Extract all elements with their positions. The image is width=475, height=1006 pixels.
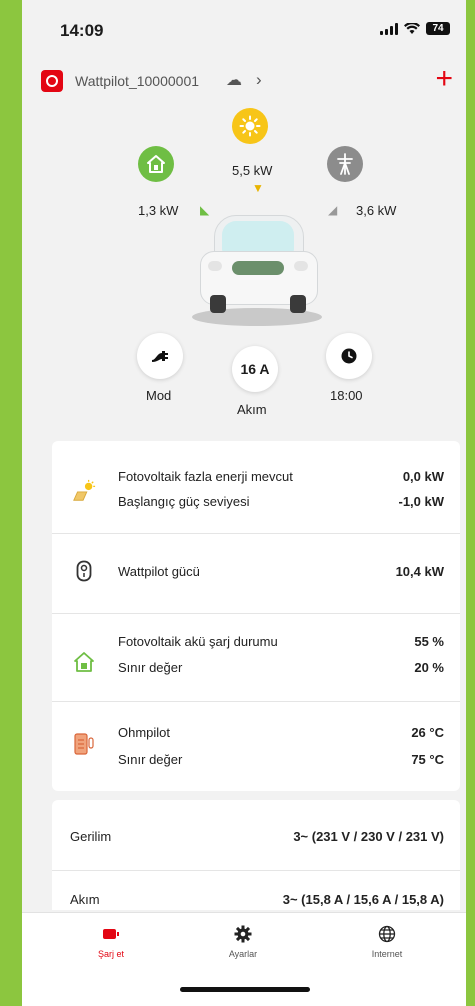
gear-icon	[234, 925, 252, 943]
divider	[52, 701, 460, 702]
battery-limit-value: 20 %	[414, 660, 444, 675]
battery-soc-label: Fotovoltaik akü şarj durumu	[118, 634, 278, 649]
grid-power-value: 3,6 kW	[356, 203, 397, 218]
start-power-value: -1,0 kW	[398, 494, 444, 509]
battery-limit-label: Sınır değer	[118, 660, 183, 675]
tab-internet-label: Internet	[371, 949, 403, 959]
grid-node-icon	[327, 146, 363, 182]
current-button[interactable]: 16 A	[232, 346, 278, 392]
wifi-icon	[404, 22, 420, 34]
battery-charge-icon	[103, 929, 119, 939]
ohmpilot-heater-icon	[72, 732, 96, 756]
wattpilot-power-value: 10,4 kW	[395, 564, 444, 579]
home-power-value: 1,3 kW	[138, 203, 179, 218]
pv-surplus-label: Fotovoltaik fazla enerji mevcut	[118, 469, 293, 484]
home-battery-icon	[72, 650, 96, 674]
device-name[interactable]: Wattpilot_10000001	[75, 73, 199, 89]
mode-label: Mod	[146, 388, 172, 403]
ohmpilot-temp-value: 26 °C	[411, 725, 444, 740]
ohmpilot-limit-label: Sınır değer	[118, 752, 183, 767]
status-icons: 74	[380, 22, 450, 35]
wattpilot-logo-icon	[41, 70, 63, 92]
current-label: Akım	[237, 402, 267, 417]
tab-charge-label: Şarj et	[97, 949, 124, 959]
status-bar: 14:09 74	[22, 0, 466, 56]
mode-button[interactable]	[137, 333, 183, 379]
electrical-card: Gerilim 3~ (231 V / 230 V / 231 V) Akım …	[52, 800, 460, 910]
voltage-label: Gerilim	[70, 829, 112, 844]
signal-icon	[380, 22, 398, 35]
app-header: Wattpilot_10000001 ☁ › +	[22, 64, 466, 100]
battery-icon: 74	[426, 22, 450, 35]
wattpilot-power-label: Wattpilot gücü	[118, 564, 200, 579]
divider	[52, 533, 460, 534]
ohmpilot-label: Ohmpilot	[118, 725, 171, 740]
timer-label: 18:00	[330, 388, 363, 403]
frame-border	[466, 0, 475, 1006]
add-button[interactable]: +	[435, 64, 453, 94]
globe-icon	[378, 925, 396, 943]
tab-settings[interactable]: Ayarlar	[198, 923, 288, 959]
start-power-label: Başlangıç güç seviyesi	[118, 494, 250, 509]
timer-button[interactable]	[326, 333, 372, 379]
sun-power-value: 5,5 kW	[232, 163, 273, 178]
tab-charge[interactable]: Şarj et	[66, 923, 156, 959]
car-image	[200, 215, 318, 317]
phone-screen: 14:09 74 Wattpilot_10000001 ☁ › + 5,5 kW…	[22, 0, 475, 1006]
tab-internet[interactable]: Internet	[342, 923, 432, 959]
clock-icon	[341, 348, 357, 364]
tab-settings-label: Ayarlar	[228, 949, 258, 959]
wattpilot-device-icon	[72, 559, 96, 583]
info-card: Fotovoltaik fazla enerji mevcut 0,0 kW B…	[52, 441, 460, 791]
voltage-value: 3~ (231 V / 230 V / 231 V)	[293, 829, 444, 844]
chevron-right-icon[interactable]: ›	[256, 70, 262, 90]
sun-node-icon	[232, 108, 268, 144]
solar-surplus-icon	[72, 479, 96, 503]
battery-soc-value: 55 %	[414, 634, 444, 649]
divider	[52, 870, 460, 871]
sun-arrow-icon: ▼	[252, 181, 264, 195]
status-time: 14:09	[60, 21, 104, 40]
divider	[52, 613, 460, 614]
current-phases-value: 3~ (15,8 A / 15,6 A / 15,8 A)	[282, 892, 444, 907]
plug-icon	[152, 351, 168, 362]
home-node-icon	[138, 146, 174, 182]
home-indicator[interactable]	[180, 987, 310, 992]
ohmpilot-limit-value: 75 °C	[411, 752, 444, 767]
cloud-icon: ☁	[226, 72, 242, 89]
grid-arrow-icon: ◢	[328, 203, 338, 217]
current-phases-label: Akım	[70, 892, 100, 907]
pv-surplus-value: 0,0 kW	[402, 469, 444, 484]
